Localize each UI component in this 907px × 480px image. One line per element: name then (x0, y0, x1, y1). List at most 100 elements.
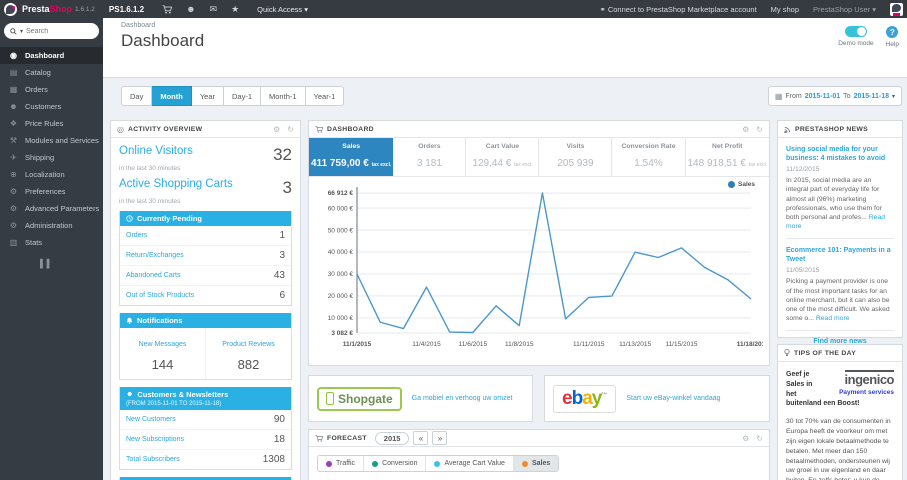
total-subscribers-link[interactable]: Total Subscribers (126, 456, 180, 463)
sidebar-item-preferences[interactable]: ⚙ Preferences (0, 183, 103, 200)
active-carts-link[interactable]: Active Shopping Carts (119, 178, 233, 190)
sales-chart-area: Sales 66 912 € 60 000 € 50 000 € 40 000 € 30… (309, 177, 769, 360)
shopgate-logo: Shopgate (317, 386, 402, 411)
activity-overview-panel: ◎ ACTIVITY OVERVIEW ⚙ ↻ Online Visitors 32… (110, 120, 301, 480)
svg-text:11/4/2015: 11/4/2015 (412, 341, 441, 348)
news-article-title[interactable]: Ecommerce 101: Payments in a Tweet (786, 246, 894, 264)
dashboard-refresh-icon[interactable]: ↻ (756, 125, 763, 134)
new-customers-link[interactable]: New Customers (126, 416, 176, 423)
sidebar-item-shipping[interactable]: ✈ Shipping (0, 149, 103, 166)
metric-orders[interactable]: Orders 3 181 (393, 138, 467, 176)
new-customers-value: 90 (273, 414, 285, 425)
active-carts-subtitle: in the last 30 minutes (119, 198, 181, 205)
product-reviews-link[interactable]: Product Reviews (222, 341, 275, 348)
bell-icon (126, 317, 133, 324)
dashboard-settings-icon[interactable]: ⚙ (742, 125, 749, 134)
sidebar-item-administration[interactable]: ⚙ Administration (0, 217, 103, 234)
sidebar-item-catalog[interactable]: ▤ Catalog (0, 64, 103, 81)
my-shop-link[interactable]: My shop (771, 5, 799, 14)
sidebar-item-orders[interactable]: ▦ Orders (0, 81, 103, 98)
ebay-link[interactable]: Start uw eBay-winkel vandaag (626, 395, 720, 402)
forecast-refresh-icon[interactable]: ↻ (756, 434, 763, 443)
forecast-traffic-toggle[interactable]: Traffic (318, 456, 363, 471)
sidebar-search[interactable]: ▾ (4, 23, 99, 39)
breadcrumb[interactable]: Dashboard (121, 22, 155, 29)
forecast-avg-cart-toggle[interactable]: Average Cart Value (425, 456, 512, 471)
range-month-button[interactable]: Month (152, 86, 192, 106)
activity-icon: ◎ (117, 124, 124, 134)
page-title: Dashboard (121, 31, 205, 50)
date-range-picker[interactable]: ▦ From 2015-11-01 To 2015-11-18 ▾ (767, 86, 902, 106)
abandoned-carts-link[interactable]: Abandoned Carts (126, 272, 180, 279)
brand-name[interactable]: PrestaShop (22, 4, 72, 14)
shop-name[interactable]: PS1.6.1.2 (109, 5, 144, 14)
quick-access-menu[interactable]: Quick Access ▾ (257, 5, 308, 14)
new-messages-link[interactable]: New Messages (139, 341, 187, 348)
messages-icon[interactable]: ✉ (210, 4, 218, 14)
activity-refresh-icon[interactable]: ↻ (287, 125, 294, 134)
news-article-excerpt: Picking a payment provider is one of the… (786, 278, 890, 323)
sidebar-item-dashboard[interactable]: ◉ Dashboard (0, 47, 103, 64)
metric-sales[interactable]: Sales 411 759,00 € tax excl. (309, 138, 394, 176)
forecast-conversion-toggle[interactable]: Conversion (363, 456, 425, 471)
prestashop-logo[interactable] (4, 2, 17, 16)
cart-icon[interactable] (162, 4, 173, 14)
news-article-excerpt: In 2015, social media are an integral pa… (786, 177, 886, 231)
activity-settings-icon[interactable]: ⚙ (273, 125, 280, 134)
range-month-1-button[interactable]: Month-1 (261, 86, 306, 106)
search-input[interactable] (26, 27, 82, 35)
user-menu[interactable]: PrestaShop User ▾ (813, 5, 876, 14)
demo-mode-toggle[interactable] (844, 26, 867, 37)
marketplace-link[interactable]: ⚭ Connect to PrestaShop Marketplace acco… (599, 5, 756, 14)
metric-cart-value[interactable]: Cart Value 129,44 € tax excl. (466, 138, 540, 176)
pending-row: Abandoned Carts 43 (120, 266, 291, 286)
shopgate-link[interactable]: Ga mobiel en verhoog uw omzet (412, 395, 513, 402)
search-icon (10, 27, 17, 35)
trophy-icon[interactable]: ★ (231, 4, 239, 14)
sidebar-item-localization[interactable]: ⊕ Localization (0, 166, 103, 183)
sidebar-item-modules[interactable]: ⚒ Modules and Services (0, 132, 103, 149)
range-year-button[interactable]: Year (191, 86, 224, 106)
help-widget[interactable]: ? Help (886, 26, 899, 48)
sidebar-item-price-rules[interactable]: ❖ Price Rules (0, 115, 103, 132)
search-scope-caret-icon[interactable]: ▾ (20, 28, 23, 35)
online-visitors-link[interactable]: Online Visitors (119, 145, 193, 157)
forecast-next-button[interactable]: » (432, 431, 448, 445)
sidebar-item-stats[interactable]: ▥ Stats (0, 234, 103, 251)
range-year-1-button[interactable]: Year-1 (305, 86, 345, 106)
news-title: PRESTASHOP NEWS (795, 125, 868, 133)
help-icon[interactable]: ? (886, 26, 899, 38)
metric-conversion-rate[interactable]: Conversion Rate 1.54% (612, 138, 686, 176)
svg-text:40 000 €: 40 000 € (328, 249, 354, 256)
pending-returns-link[interactable]: Return/Exchanges (126, 252, 184, 259)
conversion-dot (372, 460, 379, 467)
user-avatar[interactable] (890, 2, 903, 16)
customers-icon[interactable]: ☻ (186, 4, 195, 14)
sidebar-item-customers[interactable]: ☻ Customers (0, 98, 103, 115)
pending-orders-link[interactable]: Orders (126, 232, 147, 239)
forecast-panel: FORECAST 2015 « » ⚙ ↻ Traffic Conversion … (308, 429, 770, 480)
news-article-title[interactable]: Using social media for your business: 4 … (786, 145, 894, 163)
metric-net-profit[interactable]: Net Profit 148 918,51 € tax excl. (686, 138, 770, 176)
tips-of-the-day-panel: TIPS OF THE DAY ingenico Payment service… (777, 344, 903, 480)
metrics-row: Sales 411 759,00 € tax excl. Orders 3 181 … (309, 138, 769, 177)
sales-dot (521, 460, 528, 467)
catalog-icon: ▤ (9, 68, 18, 77)
demo-mode-widget[interactable]: Demo mode (838, 26, 874, 48)
sidebar-item-advanced-parameters[interactable]: ⚙ Advanced Parameters (0, 200, 103, 217)
orders-icon: ▦ (9, 85, 18, 94)
read-more-link[interactable]: Read more (816, 315, 850, 322)
range-day-button[interactable]: Day (121, 86, 153, 106)
metric-visits[interactable]: Visits 205 939 (539, 138, 613, 176)
forecast-year-picker[interactable]: 2015 (374, 431, 410, 445)
sidebar-collapse-button[interactable]: ▌▌ (0, 259, 103, 268)
forecast-settings-icon[interactable]: ⚙ (742, 434, 749, 443)
new-subscriptions-link[interactable]: New Subscriptions (126, 436, 184, 443)
pending-row: Return/Exchanges 3 (120, 246, 291, 266)
range-day-1-button[interactable]: Day-1 (224, 86, 262, 106)
forecast-prev-button[interactable]: « (413, 431, 429, 445)
forecast-sales-toggle[interactable]: Sales (512, 456, 559, 471)
person-icon: ☻ (126, 391, 134, 398)
out-of-stock-link[interactable]: Out of Stock Products (126, 292, 194, 299)
sales-line-chart[interactable]: 66 912 € 60 000 € 50 000 € 40 000 € 30 000 €… (311, 179, 766, 355)
